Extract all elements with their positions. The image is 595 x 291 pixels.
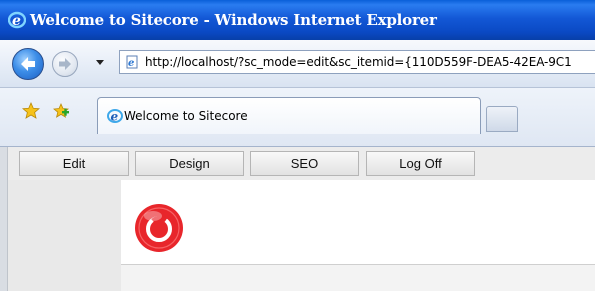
ie-logo-icon: e <box>8 11 26 29</box>
add-favorites-icon[interactable] <box>52 102 70 120</box>
svg-text:e: e <box>128 58 134 69</box>
address-input[interactable]: e http://localhost/?sc_mode=edit&sc_item… <box>119 50 595 74</box>
page-content: Edit Design SEO Log Off <box>0 147 595 291</box>
window-title: Welcome to Sitecore - Windows Internet E… <box>30 11 437 29</box>
forward-arrow-icon <box>59 58 71 70</box>
tab-welcome-to-sitecore[interactable]: e Welcome to Sitecore <box>97 97 481 134</box>
tab-label: Welcome to Sitecore <box>124 109 248 123</box>
content-lower-band <box>121 265 595 291</box>
design-button[interactable]: Design <box>135 151 244 176</box>
favorites-star-icon[interactable] <box>22 102 40 120</box>
sidebar-panel <box>8 180 121 291</box>
page-icon: e <box>126 55 138 69</box>
forward-button[interactable] <box>52 51 78 77</box>
svg-text:e: e <box>12 13 21 29</box>
tab-bar: e Welcome to Sitecore <box>0 88 595 147</box>
svg-text:e: e <box>111 110 119 124</box>
window-title-bar: e Welcome to Sitecore - Windows Internet… <box>0 0 595 40</box>
address-toolbar: e http://localhost/?sc_mode=edit&sc_item… <box>0 40 595 88</box>
log-off-button[interactable]: Log Off <box>366 151 475 176</box>
recent-pages-dropdown-icon[interactable] <box>96 60 104 65</box>
address-url: http://localhost/?sc_mode=edit&sc_itemid… <box>145 55 572 69</box>
content-area <box>121 180 595 291</box>
edit-button[interactable]: Edit <box>19 151 129 176</box>
page-left-frame <box>0 147 8 291</box>
back-button[interactable] <box>12 48 44 80</box>
ie-logo-icon: e <box>107 109 123 124</box>
sitecore-ribbon: Edit Design SEO Log Off <box>8 147 595 180</box>
new-tab-button[interactable] <box>486 106 518 132</box>
seo-button[interactable]: SEO <box>250 151 359 176</box>
back-arrow-icon <box>21 57 35 71</box>
sitecore-logo-icon[interactable] <box>133 202 185 254</box>
